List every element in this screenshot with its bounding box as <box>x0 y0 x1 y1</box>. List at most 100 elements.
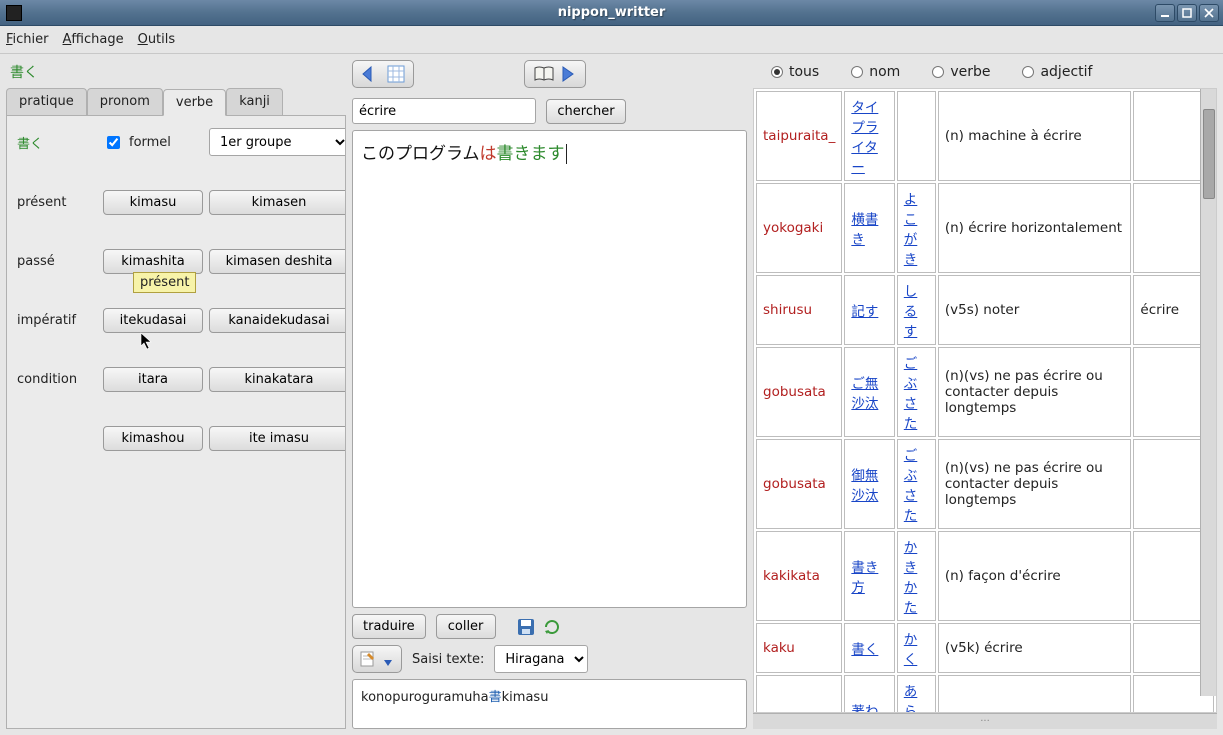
close-button[interactable] <box>1199 4 1219 22</box>
dict-def: (n) écrire horizontalement <box>938 183 1132 273</box>
filter-all[interactable]: tous <box>771 64 819 80</box>
dict-horizontal-scrollbar[interactable]: ··· <box>753 713 1217 729</box>
conj-neg-button[interactable]: kanaidekudasai <box>209 308 346 333</box>
tab-kanji[interactable]: kanji <box>226 88 283 115</box>
menu-tools[interactable]: Outils <box>138 32 176 47</box>
tab-pratique[interactable]: pratique <box>6 88 87 115</box>
sentence-verb: 書きます <box>497 144 565 164</box>
dict-romaji: taipuraita_ <box>756 91 842 181</box>
table-row: kakikata書き方かきかた(n) façon d'écrire <box>756 531 1214 621</box>
dict-def: (n)(vs) ne pas écrire ou contacter depui… <box>938 439 1132 529</box>
tense-label: condition <box>17 372 97 387</box>
dict-kana-link[interactable]: よこがき <box>904 192 918 268</box>
filter-label: adjectif <box>1040 64 1092 80</box>
dict-def: (v5s) écrire <box>938 675 1132 713</box>
dict-kana-link[interactable]: ごぶさた <box>904 448 918 524</box>
sentence-wa: は <box>480 144 497 164</box>
tense-tooltip: présent <box>133 272 196 293</box>
rom-pre: konopuroguramuha <box>361 690 489 705</box>
filter-verb[interactable]: verbe <box>932 64 990 80</box>
edit-mode-button[interactable] <box>352 645 402 673</box>
window-title: nippon_writter <box>0 5 1223 20</box>
dict-romaji: kaku <box>756 623 842 673</box>
tense-label: impératif <box>17 313 97 328</box>
group-select[interactable]: 1er groupe <box>209 128 346 156</box>
dict-jp-link[interactable]: タイプライター <box>851 100 878 176</box>
input-mode-label: Saisi texte: <box>412 652 484 667</box>
minimize-button[interactable] <box>1155 4 1175 22</box>
book-icon <box>533 65 555 83</box>
conj-pos-button[interactable]: kimashou <box>103 426 203 451</box>
dictionary-table: taipuraita_タイプライター(n) machine à écrireyo… <box>754 89 1216 713</box>
verb-tab-page: 書く formel 1er groupe présentkimasukimase… <box>6 116 346 729</box>
tab-pronom[interactable]: pronom <box>87 88 163 115</box>
table-row: taipuraita_ タイプライター (n) machine à écrire <box>756 91 1214 181</box>
dict-jp-link[interactable]: ご無沙汰 <box>851 376 878 412</box>
rom-kanji: 書 <box>489 690 502 705</box>
rom-post: kimasu <box>502 690 549 705</box>
table-row: kaku 書く かく (v5k) écrire <box>756 623 1214 673</box>
arrow-left-icon <box>361 65 383 83</box>
save-icon[interactable] <box>516 617 536 637</box>
conj-pos-button[interactable]: itekudasai <box>103 308 203 333</box>
dict-jp-link[interactable]: 書き方 <box>851 560 878 596</box>
dict-kana-link[interactable]: あらわす <box>904 684 918 713</box>
menu-file[interactable]: Fichier <box>6 32 49 47</box>
dictionary-pane: taipuraita_タイプライター(n) machine à écrireyo… <box>753 88 1217 713</box>
conj-pos-button[interactable]: itara <box>103 367 203 392</box>
maximize-icon <box>1182 8 1192 18</box>
input-mode-select[interactable]: Hiragana <box>494 645 588 673</box>
menubar: Fichier Affichage Outils <box>0 26 1223 54</box>
conj-neg-button[interactable]: kinakatara <box>209 367 346 392</box>
table-row: gobusata御無沙汰ごぶさた(n)(vs) ne pas écrire ou… <box>756 439 1214 529</box>
dict-jp-link[interactable]: 著わす <box>851 704 878 713</box>
dict-def: (v5s) noter <box>938 275 1132 345</box>
filter-noun[interactable]: nom <box>851 64 900 80</box>
app-icon <box>6 5 22 21</box>
conj-neg-button[interactable]: kimasen deshita <box>209 249 346 274</box>
filter-adj[interactable]: adjectif <box>1022 64 1092 80</box>
sentence-textarea[interactable]: このプログラムは書きます <box>352 130 747 608</box>
paste-button[interactable]: coller <box>436 614 496 639</box>
conj-neg-button[interactable]: kimasen <box>209 190 346 215</box>
conj-pos-button[interactable]: kimasu <box>103 190 203 215</box>
maximize-button[interactable] <box>1177 4 1197 22</box>
sentence-part1: このプログラム <box>361 144 480 164</box>
conj-neg-button[interactable]: ite imasu <box>209 426 346 451</box>
dict-jp-link[interactable]: 記す <box>851 304 878 320</box>
refresh-icon[interactable] <box>542 617 562 637</box>
dict-kana-link[interactable]: しるす <box>904 284 918 340</box>
conj-pos-button[interactable]: kimashita <box>103 249 203 274</box>
filter-label: nom <box>869 64 900 80</box>
arrow-right-icon <box>559 65 577 83</box>
nav-forward-button[interactable] <box>524 60 586 88</box>
dict-jp-link[interactable]: 横書き <box>851 212 878 248</box>
nav-back-button[interactable] <box>352 60 414 88</box>
arrow-down-icon <box>381 650 395 668</box>
verb-word: 書く <box>17 133 97 152</box>
formal-checkbox[interactable]: formel <box>103 133 203 152</box>
search-input[interactable] <box>352 98 536 124</box>
dict-romaji: gobusata <box>756 347 842 437</box>
dict-romaji: yokogaki <box>756 183 842 273</box>
tense-label: présent <box>17 195 97 210</box>
dict-jp-link[interactable]: 書く <box>851 642 878 658</box>
table-row: yokogaki 横書き よこがき (n) écrire horizontalemen… <box>756 183 1214 273</box>
dict-romaji: arawasu <box>756 675 842 713</box>
dict-jp-link[interactable]: 御無沙汰 <box>851 468 878 504</box>
dict-def: (n) façon d'écrire <box>938 531 1132 621</box>
tab-verbe[interactable]: verbe <box>163 89 226 116</box>
dict-romaji: shirusu <box>756 275 842 345</box>
search-button[interactable]: chercher <box>546 99 626 124</box>
dict-def: (n) machine à écrire <box>938 91 1132 181</box>
menu-view[interactable]: Affichage <box>63 32 124 47</box>
dict-kana-link[interactable]: かきかた <box>904 540 918 616</box>
dict-kana-link[interactable]: かく <box>904 632 918 668</box>
table-row: shirusu記すしるす(v5s) noterécrire <box>756 275 1214 345</box>
dict-vertical-scrollbar[interactable] <box>1200 89 1216 696</box>
translate-button[interactable]: traduire <box>352 614 426 639</box>
romanization-box: konopuroguramuha書kimasu <box>352 679 747 729</box>
dict-kana-link[interactable]: ごぶさた <box>904 356 918 432</box>
text-caret <box>566 144 567 164</box>
dict-def: (v5k) écrire <box>938 623 1132 673</box>
